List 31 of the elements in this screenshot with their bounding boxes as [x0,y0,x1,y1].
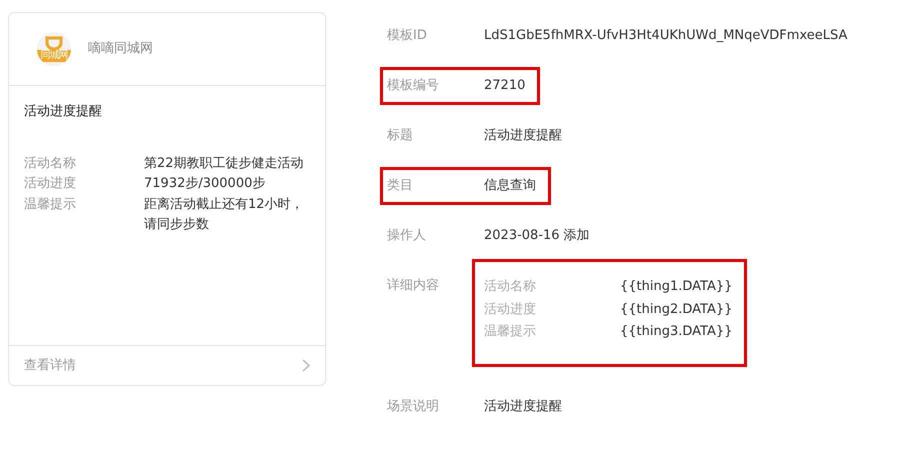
detail-value: 2023-08-16 添加 [484,227,590,245]
field-value: {{thing3.DATA}} [620,323,732,341]
cup-icon [44,36,64,50]
field-label: 活动名称 [484,278,537,296]
field-value: {{thing2.DATA}} [620,300,732,318]
field-label: 温馨提示 [484,323,537,341]
detail-label: 模板ID [387,27,428,45]
chevron-right-icon [302,359,310,372]
field-value: {{thing1.DATA}} [620,278,732,296]
field-label: 活动进度 [24,175,77,193]
detail-label: 模板编号 [387,77,440,95]
detail-label: 操作人 [387,227,427,245]
brand-name: 嘀嘀同城网 [88,40,153,58]
logo-text: 同城网 [37,50,71,62]
detail-label: 标题 [387,127,414,145]
detail-value: 信息查询 [484,177,536,195]
field-value: 第22期教职工徒步健走活动 [144,154,305,172]
detail-value: LdS1GbE5fhMRX-UfvH3Ht4UKhUWd_MNqeVDFmxeeLSA [484,27,848,45]
detail-value: 活动进度提醒 [484,127,562,145]
card-title: 活动进度提醒 [24,103,103,121]
detail-label: 类目 [387,177,414,195]
field-label: 活动名称 [24,154,77,172]
detail-value: 27210 [484,77,526,95]
detail-value: 活动进度提醒 [484,398,562,416]
detail-label: 场景说明 [387,398,440,416]
field-label: 活动进度 [484,300,537,318]
field-value: 距离活动截止还有12小时，请同步步数 [144,196,305,234]
view-details-link[interactable]: 查看详情 [9,345,325,385]
field-value: 71932步/300000步 [144,175,266,193]
detail-label-text: 详细内容 [387,277,440,295]
field-label: 温馨提示 [24,196,77,214]
